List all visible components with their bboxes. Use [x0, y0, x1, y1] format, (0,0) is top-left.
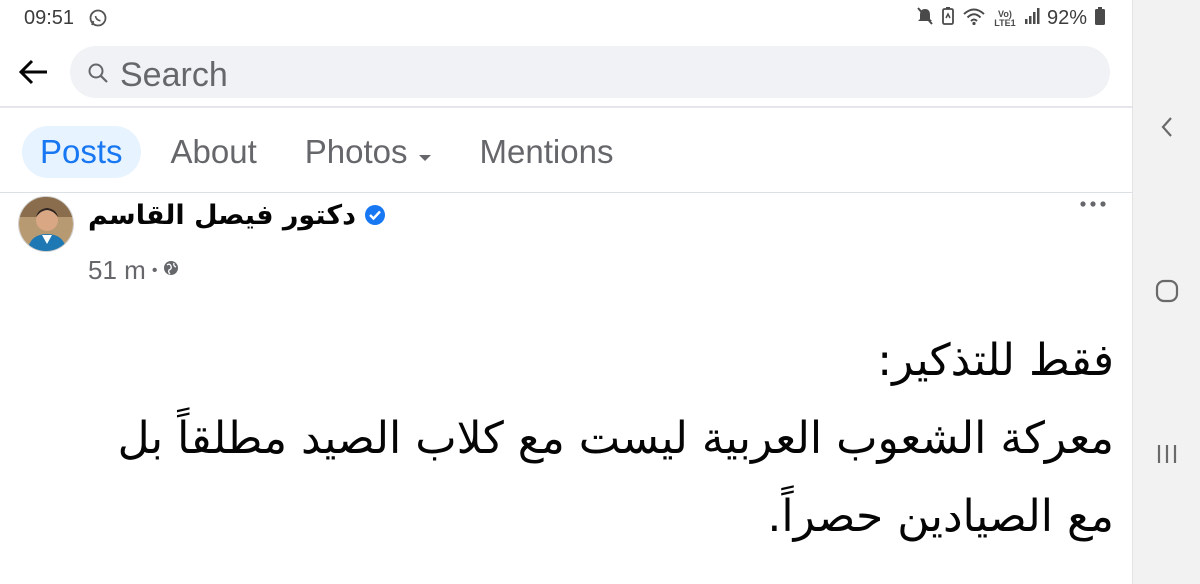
status-bar: 09:51 Vo) LTE1 92%	[0, 0, 1132, 36]
post-text: فقط للتذكير: معركة الشعوب العربية ليست م…	[18, 322, 1114, 556]
search-icon	[86, 61, 110, 90]
caret-down-icon	[418, 133, 432, 171]
globe-icon	[163, 260, 179, 281]
verified-badge-icon	[364, 204, 386, 231]
tab-about[interactable]: About	[153, 126, 275, 178]
battery-saver-icon	[941, 6, 955, 31]
tab-photos-label: Photos	[304, 133, 408, 170]
wifi-icon	[962, 6, 986, 31]
tabs-divider	[0, 192, 1132, 193]
tab-mentions[interactable]: Mentions	[462, 126, 632, 178]
search-input[interactable]: Search	[70, 46, 1110, 98]
system-nav-bar	[1132, 0, 1200, 584]
more-options-icon[interactable]	[1078, 197, 1108, 216]
whatsapp-icon	[88, 8, 108, 33]
mute-icon	[916, 6, 934, 31]
tab-photos[interactable]: Photos	[287, 126, 450, 178]
facebook-page: 09:51 Vo) LTE1 92% Search Posts About Ph…	[0, 0, 1132, 584]
header-divider	[0, 106, 1132, 108]
screen: 09:51 Vo) LTE1 92% Search Posts About Ph…	[0, 0, 1200, 584]
post-text-line-2: معركة الشعوب العربية ليست مع كلاب الصيد …	[117, 413, 1114, 464]
profile-tabs: Posts About Photos Mentions	[22, 126, 631, 178]
system-home-icon[interactable]	[1133, 271, 1200, 311]
post-timestamp[interactable]: 51 m	[88, 255, 146, 286]
meta-separator: •	[151, 261, 158, 279]
battery-icon	[1094, 6, 1106, 31]
status-time: 09:51	[24, 7, 75, 29]
post-author-name[interactable]: دكتور فيصل القاسم	[88, 200, 356, 231]
system-back-icon[interactable]	[1133, 107, 1200, 147]
search-placeholder: Search	[120, 56, 228, 94]
system-recents-icon[interactable]	[1133, 434, 1200, 474]
signal-icon	[1024, 7, 1040, 30]
post-text-line-1: فقط للتذكير:	[877, 335, 1114, 386]
network-label: Vo) LTE1	[994, 8, 1016, 28]
status-icons: Vo) LTE1 92%	[916, 6, 1106, 31]
post-text-line-3: مع الصيادين حصراً.	[767, 491, 1114, 542]
back-arrow-icon[interactable]	[16, 54, 52, 90]
battery-percentage: 92%	[1046, 7, 1087, 29]
post-author-row: دكتور فيصل القاسم	[88, 200, 386, 231]
avatar[interactable]	[18, 196, 74, 252]
post-meta: 51 m •	[88, 255, 179, 286]
tab-posts[interactable]: Posts	[22, 126, 141, 178]
